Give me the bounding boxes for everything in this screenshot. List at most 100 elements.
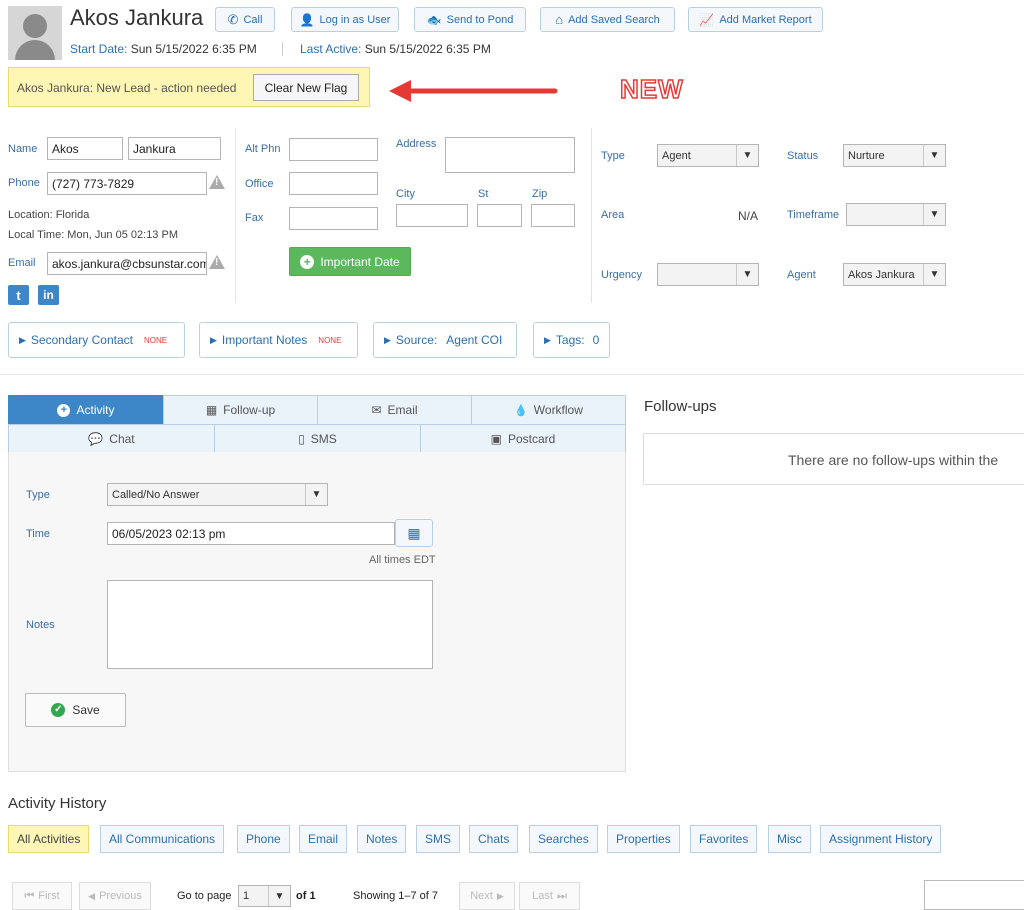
- first-page-button[interactable]: ⏮ First: [12, 882, 72, 910]
- activity-time-field[interactable]: 06/05/2023 02:13 pm: [107, 522, 395, 545]
- followups-empty-panel: There are no follow-ups within the: [643, 433, 1024, 485]
- tab-follow-up[interactable]: ▦ Follow-up: [163, 395, 318, 425]
- filter-phone[interactable]: Phone: [237, 825, 290, 853]
- filter-all-communications[interactable]: All Communications: [100, 825, 225, 853]
- fax-label: Fax: [245, 212, 264, 224]
- filter-properties[interactable]: Properties: [607, 825, 680, 853]
- activity-notes-field[interactable]: [107, 580, 433, 669]
- chevron-down-icon: ▼: [305, 484, 327, 505]
- header-divider: [282, 42, 283, 56]
- filter-chats[interactable]: Chats: [469, 825, 519, 853]
- fax-field[interactable]: [289, 207, 378, 230]
- history-search-field[interactable]: [924, 880, 1024, 910]
- activity-type-select[interactable]: Called/No Answer ▼: [107, 483, 328, 506]
- filter-searches[interactable]: Searches: [529, 825, 598, 853]
- timeframe-select[interactable]: ▼: [846, 203, 946, 226]
- start-date: Start Date: Sun 5/15/2022 6:35 PM: [70, 42, 257, 56]
- type-label: Type: [601, 150, 625, 162]
- call-button[interactable]: ✆ Call: [215, 7, 275, 32]
- tab-sms[interactable]: ▯ SMS: [214, 424, 421, 453]
- agent-label: Agent: [787, 269, 816, 281]
- caret-right-icon: ▶: [496, 890, 504, 901]
- calendar-picker-button[interactable]: ▦: [395, 519, 433, 547]
- plus-circle-icon: +: [57, 403, 71, 417]
- chat-icon: 💬: [88, 431, 104, 446]
- none-badge: NONE: [143, 335, 168, 345]
- important-notes-toggle[interactable]: ▶ Important Notes NONE: [199, 322, 358, 358]
- chart-icon: 📈: [699, 12, 715, 27]
- drop-icon: 💧: [514, 404, 528, 417]
- previous-page-button[interactable]: ◀ Previous: [79, 882, 151, 910]
- mobile-icon: ▯: [298, 431, 305, 446]
- first-name-field[interactable]: Akos: [47, 137, 123, 160]
- city-field[interactable]: [396, 204, 468, 227]
- filter-sms[interactable]: SMS: [416, 825, 461, 853]
- last-active: Last Active: Sun 5/15/2022 6:35 PM: [300, 42, 491, 56]
- source-toggle[interactable]: ▶ Source: Agent COI: [373, 322, 517, 358]
- office-phone-field[interactable]: [289, 172, 378, 195]
- phone-warning-icon: [209, 175, 225, 189]
- alt-phone-label: Alt Phn: [245, 143, 281, 155]
- zip-label: Zip: [532, 188, 548, 200]
- timezone-note: All times EDT: [369, 554, 436, 566]
- tab-activity[interactable]: + Activity: [8, 395, 164, 425]
- page-select[interactable]: 1 ▼: [238, 885, 291, 907]
- phone-field[interactable]: (727) 773-7829: [47, 172, 207, 195]
- new-lead-alert: Akos Jankura: New Lead - action needed C…: [8, 67, 370, 107]
- zip-field[interactable]: [531, 204, 575, 227]
- skip-forward-icon: ⏭: [556, 889, 567, 902]
- activity-type-label: Type: [26, 489, 50, 501]
- type-select[interactable]: Agent ▼: [657, 144, 759, 167]
- filter-all-activities[interactable]: All Activities: [8, 825, 90, 853]
- login-as-user-button[interactable]: 👤 Log in as User: [291, 7, 399, 32]
- filter-notes[interactable]: Notes: [357, 825, 407, 853]
- state-label: St: [478, 188, 489, 200]
- urgency-select[interactable]: ▼: [657, 263, 759, 286]
- followups-empty-text: There are no follow-ups within the: [788, 452, 999, 468]
- important-date-button[interactable]: + Important Date: [289, 247, 411, 276]
- tab-workflow[interactable]: 💧 Workflow: [471, 395, 626, 425]
- calendar-icon: ▦: [407, 524, 421, 541]
- next-page-button[interactable]: Next ▶: [459, 882, 515, 910]
- chevron-down-icon: ▼: [736, 145, 758, 166]
- image-icon: ▣: [490, 431, 502, 446]
- add-market-report-button[interactable]: 📈 Add Market Report: [688, 7, 823, 32]
- secondary-contact-toggle[interactable]: ▶ Secondary Contact NONE: [8, 322, 185, 358]
- last-page-button[interactable]: Last ⏭: [519, 882, 580, 910]
- email-label: Email: [8, 257, 36, 269]
- last-name-field[interactable]: Jankura: [128, 137, 221, 160]
- add-saved-search-button[interactable]: ⌂ Add Saved Search: [540, 7, 675, 32]
- annotation-arrow: [389, 80, 558, 102]
- activity-notes-label: Notes: [26, 619, 55, 631]
- tab-email[interactable]: ✉ Email: [317, 395, 472, 425]
- followups-title: Follow-ups: [644, 398, 717, 415]
- activity-time-label: Time: [26, 528, 51, 540]
- state-field[interactable]: [477, 204, 522, 227]
- tab-chat[interactable]: 💬 Chat: [8, 424, 215, 453]
- showing-count: Showing 1–7 of 7: [353, 890, 439, 902]
- clear-new-flag-button[interactable]: Clear New Flag: [253, 74, 359, 101]
- tags-toggle[interactable]: ▶ Tags: 0: [533, 322, 610, 358]
- phone-icon: ✆: [227, 11, 239, 27]
- go-to-page-label: Go to page: [177, 890, 232, 902]
- alt-phone-field[interactable]: [289, 138, 378, 161]
- avatar: [8, 6, 62, 60]
- lead-name: Akos Jankura: [70, 5, 204, 30]
- filter-email[interactable]: Email: [299, 825, 348, 853]
- send-to-pond-button[interactable]: 🐟 Send to Pond: [414, 7, 526, 32]
- address-field[interactable]: [445, 137, 575, 173]
- twitter-icon[interactable]: t: [8, 285, 29, 305]
- filter-assignment-history[interactable]: Assignment History: [820, 825, 942, 853]
- status-select[interactable]: Nurture ▼: [843, 144, 946, 167]
- filter-favorites[interactable]: Favorites: [690, 825, 758, 853]
- tab-postcard[interactable]: ▣ Postcard: [420, 424, 626, 453]
- save-button[interactable]: ✓ Save: [25, 693, 126, 727]
- chevron-down-icon: ▼: [736, 264, 758, 285]
- linkedin-icon[interactable]: in: [38, 285, 59, 305]
- filter-misc[interactable]: Misc: [768, 825, 811, 853]
- location-text: Location: Florida: [8, 209, 90, 221]
- city-label: City: [396, 188, 415, 200]
- activity-history-title: Activity History: [8, 795, 107, 812]
- email-field[interactable]: akos.jankura@cbsunstar.com: [47, 252, 207, 275]
- agent-select[interactable]: Akos Jankura ▼: [843, 263, 946, 286]
